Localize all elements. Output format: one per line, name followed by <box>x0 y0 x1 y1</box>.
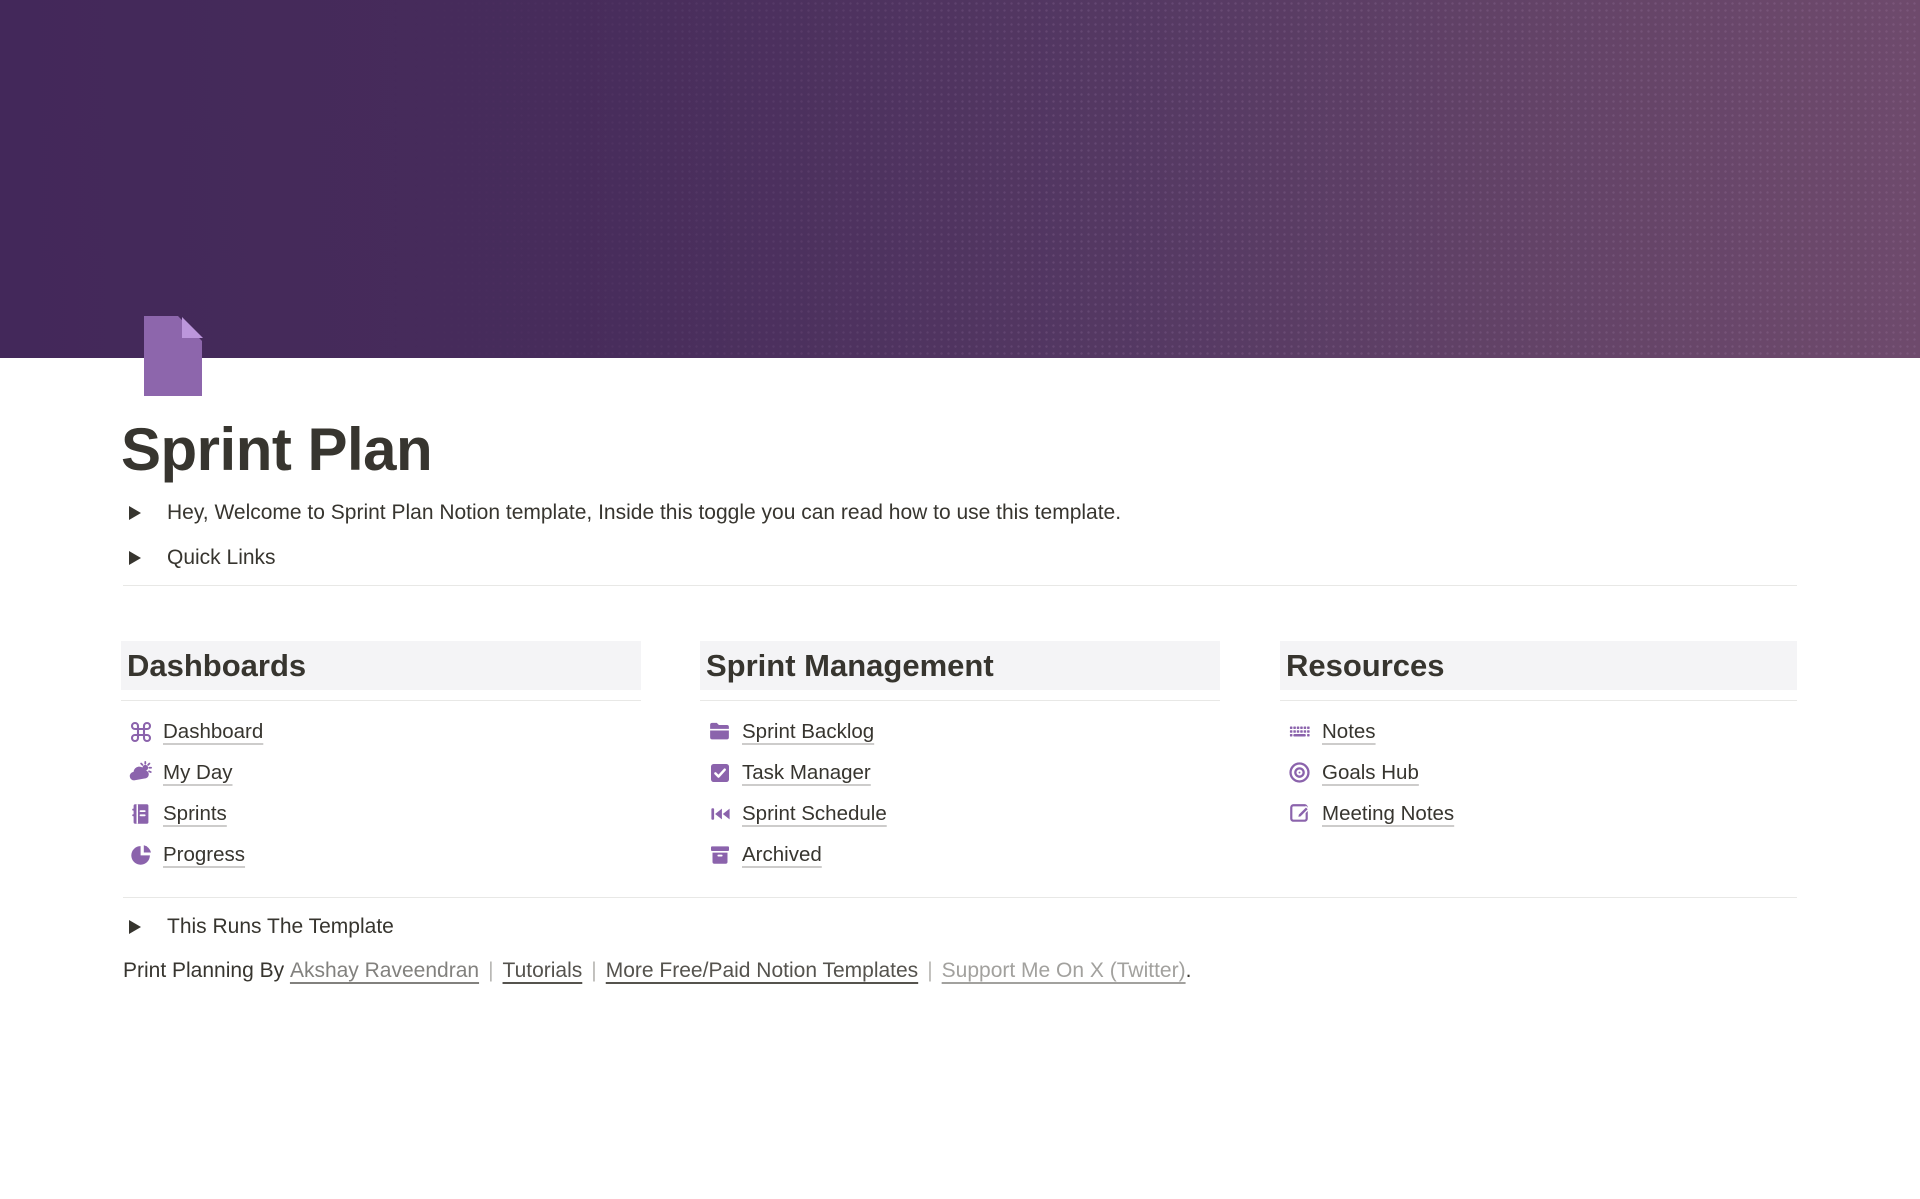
credits-line: Print Planning By Akshay Raveendran | Tu… <box>123 956 1191 986</box>
support-twitter-link[interactable]: Support Me On X (Twitter) <box>942 959 1186 983</box>
link-label: Archived <box>742 843 822 867</box>
link-label: Task Manager <box>742 761 871 785</box>
quick-links-toggle-label: Quick Links <box>167 546 276 570</box>
link-label: Goals Hub <box>1322 761 1419 785</box>
column-resources: Resources Notes <box>1280 641 1797 834</box>
toggle-triangle-icon[interactable] <box>123 915 147 939</box>
link-sprint-backlog[interactable]: Sprint Backlog <box>700 711 1220 752</box>
notion-page: Sprint Plan Hey, Welcome to Sprint Plan … <box>0 0 1920 1199</box>
archive-box-icon <box>707 842 732 867</box>
link-archived[interactable]: Archived <box>700 834 1220 875</box>
link-label: Sprint Schedule <box>742 802 887 826</box>
sun-behind-cloud-icon <box>128 760 153 785</box>
link-label: Sprint Backlog <box>742 720 874 744</box>
credits-period: . <box>1186 959 1192 983</box>
link-label: Progress <box>163 843 245 867</box>
column-dashboards: Dashboards Dashboard <box>121 641 641 875</box>
keyboard-icon <box>1287 719 1312 744</box>
link-dashboard[interactable]: Dashboard <box>121 711 641 752</box>
sprint-management-list: Sprint Backlog Task Manager <box>700 711 1220 875</box>
compose-edit-icon <box>1287 801 1312 826</box>
link-goals-hub[interactable]: Goals Hub <box>1280 752 1797 793</box>
runs-template-toggle[interactable]: This Runs The Template <box>123 912 394 942</box>
dashboards-list: Dashboard M <box>121 711 641 875</box>
column-sprint-management: Sprint Management Sprint Backlog <box>700 641 1220 875</box>
author-link[interactable]: Akshay Raveendran <box>290 959 479 983</box>
dashboards-header: Dashboards <box>121 641 641 690</box>
more-templates-link[interactable]: More Free/Paid Notion Templates <box>606 959 918 983</box>
welcome-toggle[interactable]: Hey, Welcome to Sprint Plan Notion templ… <box>123 498 1121 528</box>
separator: | <box>479 959 502 983</box>
link-my-day[interactable]: My Day <box>121 752 641 793</box>
separator: | <box>582 959 605 983</box>
journal-document-icon <box>128 801 153 826</box>
link-progress[interactable]: Progress <box>121 834 641 875</box>
credits-prefix: Print Planning By <box>123 959 290 983</box>
resources-list: Notes Goals Hub <box>1280 711 1797 834</box>
divider <box>123 585 1797 586</box>
link-label: Meeting Notes <box>1322 802 1454 826</box>
link-sprint-schedule[interactable]: Sprint Schedule <box>700 793 1220 834</box>
quick-links-toggle[interactable]: Quick Links <box>123 543 276 573</box>
document-page-glyph <box>140 316 204 396</box>
purple-document-page-icon[interactable] <box>140 316 204 396</box>
link-task-manager[interactable]: Task Manager <box>700 752 1220 793</box>
command-icon <box>128 719 153 744</box>
divider <box>121 700 641 701</box>
resources-header: Resources <box>1280 641 1797 690</box>
toggle-triangle-icon[interactable] <box>123 501 147 525</box>
link-label: Sprints <box>163 802 227 826</box>
divider <box>123 897 1797 898</box>
divider <box>1280 700 1797 701</box>
checkbox-icon <box>707 760 732 785</box>
link-label: My Day <box>163 761 232 785</box>
welcome-toggle-label: Hey, Welcome to Sprint Plan Notion templ… <box>167 501 1121 525</box>
separator: | <box>918 959 941 983</box>
sprint-management-header: Sprint Management <box>700 641 1220 690</box>
divider <box>700 700 1220 701</box>
page-title: Sprint Plan <box>121 414 432 486</box>
link-label: Dashboard <box>163 720 263 744</box>
runs-template-toggle-label: This Runs The Template <box>167 915 394 939</box>
folder-icon <box>707 719 732 744</box>
link-sprints[interactable]: Sprints <box>121 793 641 834</box>
pie-chart-icon <box>128 842 153 867</box>
target-icon <box>1287 760 1312 785</box>
page-cover-gradient[interactable] <box>0 0 1920 358</box>
link-meeting-notes[interactable]: Meeting Notes <box>1280 793 1797 834</box>
link-notes[interactable]: Notes <box>1280 711 1797 752</box>
tutorials-link[interactable]: Tutorials <box>503 959 583 983</box>
toggle-triangle-icon[interactable] <box>123 546 147 570</box>
rewind-icon <box>707 801 732 826</box>
link-label: Notes <box>1322 720 1376 744</box>
